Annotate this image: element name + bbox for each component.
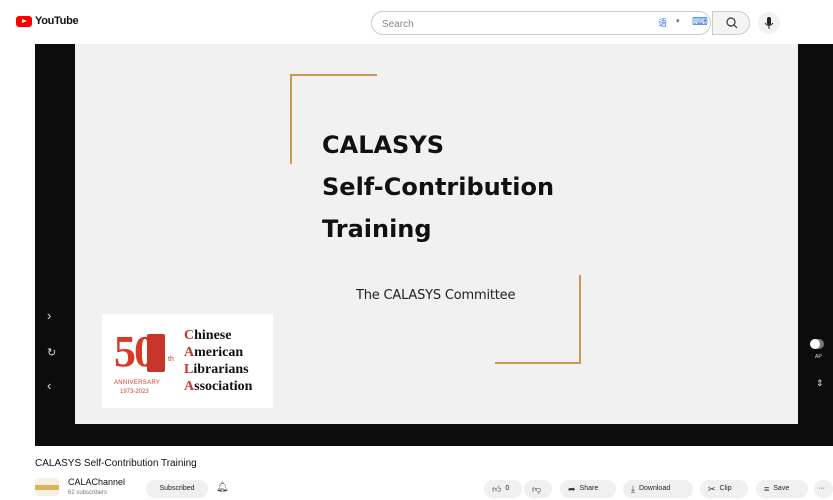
slide-title: CALASYS Self-Contribution Training	[322, 124, 554, 250]
replay-icon[interactable]: ↻	[47, 346, 56, 359]
search-button[interactable]	[712, 11, 750, 35]
channel-name[interactable]: CALAChannel	[68, 477, 125, 487]
save-label: Save	[773, 485, 790, 492]
bell-icon[interactable]: 🔔︎	[216, 482, 229, 493]
download-button[interactable]: ⤓ Download	[623, 480, 693, 498]
like-count: 0	[505, 485, 510, 492]
share-label: Share	[579, 485, 599, 492]
frame-line-top	[290, 74, 377, 76]
clip-button[interactable]: ✂ Clip	[700, 480, 748, 498]
search-icon	[726, 17, 738, 29]
masthead: YouTube 语 ▾ ⌨	[0, 0, 833, 44]
youtube-logo-text: YouTube	[35, 15, 79, 27]
anniversary-suffix: th	[168, 356, 174, 363]
subscribed-button[interactable]: Subscribed	[146, 480, 208, 498]
youtube-play-icon	[16, 15, 32, 27]
more-button[interactable]: ···	[814, 480, 833, 498]
seal-icon	[147, 334, 165, 372]
subscriber-count: 62 subscribers	[68, 490, 108, 496]
chevron-right-icon[interactable]: ›	[47, 308, 51, 323]
slide-title-line: CALASYS	[322, 131, 445, 159]
share-button[interactable]: ➦ Share	[560, 480, 616, 498]
microphone-icon	[764, 17, 774, 29]
dislike-button[interactable]: 👎︎	[524, 480, 552, 498]
org-line: Association	[184, 379, 253, 394]
organization-name: Chinese American Librarians Association	[184, 327, 252, 395]
org-line: Chinese	[184, 328, 232, 343]
autoplay-label: AP	[815, 354, 822, 360]
like-button[interactable]: 👍︎ 0	[484, 480, 522, 498]
save-button[interactable]: ≡ Save	[756, 480, 808, 498]
thumbs-up-icon: 👍︎	[492, 484, 502, 494]
anniversary-years: 1973-2023	[120, 389, 149, 395]
org-line: Librarians	[184, 362, 249, 377]
frame-line-left	[290, 74, 292, 164]
youtube-logo[interactable]: YouTube	[16, 15, 79, 27]
download-icon: ⤓	[631, 484, 635, 494]
download-label: Download	[638, 485, 671, 492]
share-icon: ➦	[568, 484, 576, 494]
video-title: CALASYS Self-Contribution Training	[35, 458, 197, 469]
more-icon: ···	[818, 485, 825, 492]
slide-committee: The CALASYS Committee	[356, 288, 516, 303]
playlist-add-icon: ≡	[764, 484, 770, 494]
input-method-icon[interactable]: 语	[658, 16, 667, 29]
org-line: American	[184, 345, 244, 360]
cala-logo: 50 th ANNIVERSARY 1973-2023 Chinese Amer…	[102, 314, 273, 408]
scroll-arrows-icon[interactable]: ⇕	[816, 378, 824, 389]
clip-label: Clip	[719, 485, 732, 492]
voice-search-button[interactable]	[758, 12, 780, 34]
chevron-left-icon[interactable]: ‹	[47, 378, 51, 393]
channel-avatar[interactable]	[35, 478, 59, 496]
frame-line-bottom	[495, 362, 581, 364]
search-input[interactable]	[380, 15, 644, 33]
frame-line-right	[579, 275, 581, 364]
scissors-icon: ✂	[708, 484, 716, 494]
chevron-down-icon[interactable]: ▾	[676, 17, 680, 25]
search-box[interactable]: 语 ▾ ⌨	[371, 11, 711, 35]
anniversary-label: ANNIVERSARY	[114, 380, 161, 386]
thumbs-down-icon: 👎︎	[532, 484, 542, 494]
slide-title-line: Training	[322, 215, 432, 243]
keyboard-icon[interactable]: ⌨	[692, 15, 708, 28]
autoplay-knob	[810, 339, 820, 349]
slide-title-line: Self-Contribution	[322, 173, 555, 201]
